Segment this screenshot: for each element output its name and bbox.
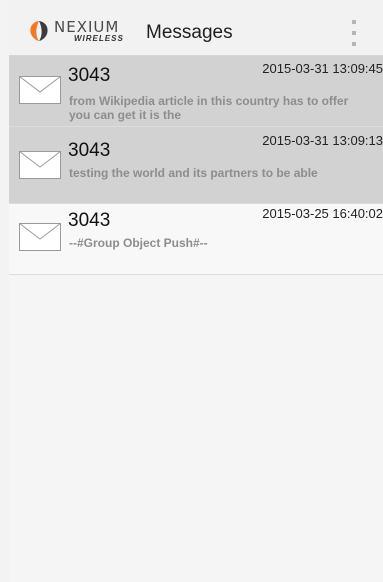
message-preview: --#Group Object Push#-- [69,236,208,250]
envelope-icon [19,151,61,179]
message-sender: 3043 [68,140,111,161]
brand-tagline: WIRELESS [74,34,124,43]
message-timestamp: 2015-03-31 13:09:13 [262,133,383,148]
message-sender: 3043 [68,210,111,231]
more-vert-icon[interactable] [348,20,360,46]
envelope-icon [19,76,61,104]
message-row[interactable]: 3043 2015-03-31 13:09:13 testing the wor… [9,127,383,204]
message-row[interactable]: 3043 2015-03-25 16:40:02 --#Group Object… [9,204,383,275]
message-timestamp: 2015-03-31 13:09:45 [262,61,383,76]
action-bar: NEXIUM WIRELESS Messages [9,0,383,56]
page-title: Messages [146,22,233,43]
message-timestamp: 2015-03-25 16:40:02 [262,206,383,221]
message-sender: 3043 [68,65,111,86]
envelope-icon [19,223,61,251]
nexium-logo-icon [30,21,48,41]
message-preview: testing the world and its partners to be… [69,166,318,180]
message-row[interactable]: 3043 2015-03-31 13:09:45 from Wikipedia … [9,56,383,127]
brand-wordmark: NEXIUM [54,18,120,36]
app-screen: NEXIUM WIRELESS Messages 3043 2015-03-31… [9,0,383,582]
brand-logo: NEXIUM WIRELESS [54,20,146,46]
message-preview: from Wikipedia article in this country h… [69,94,349,122]
